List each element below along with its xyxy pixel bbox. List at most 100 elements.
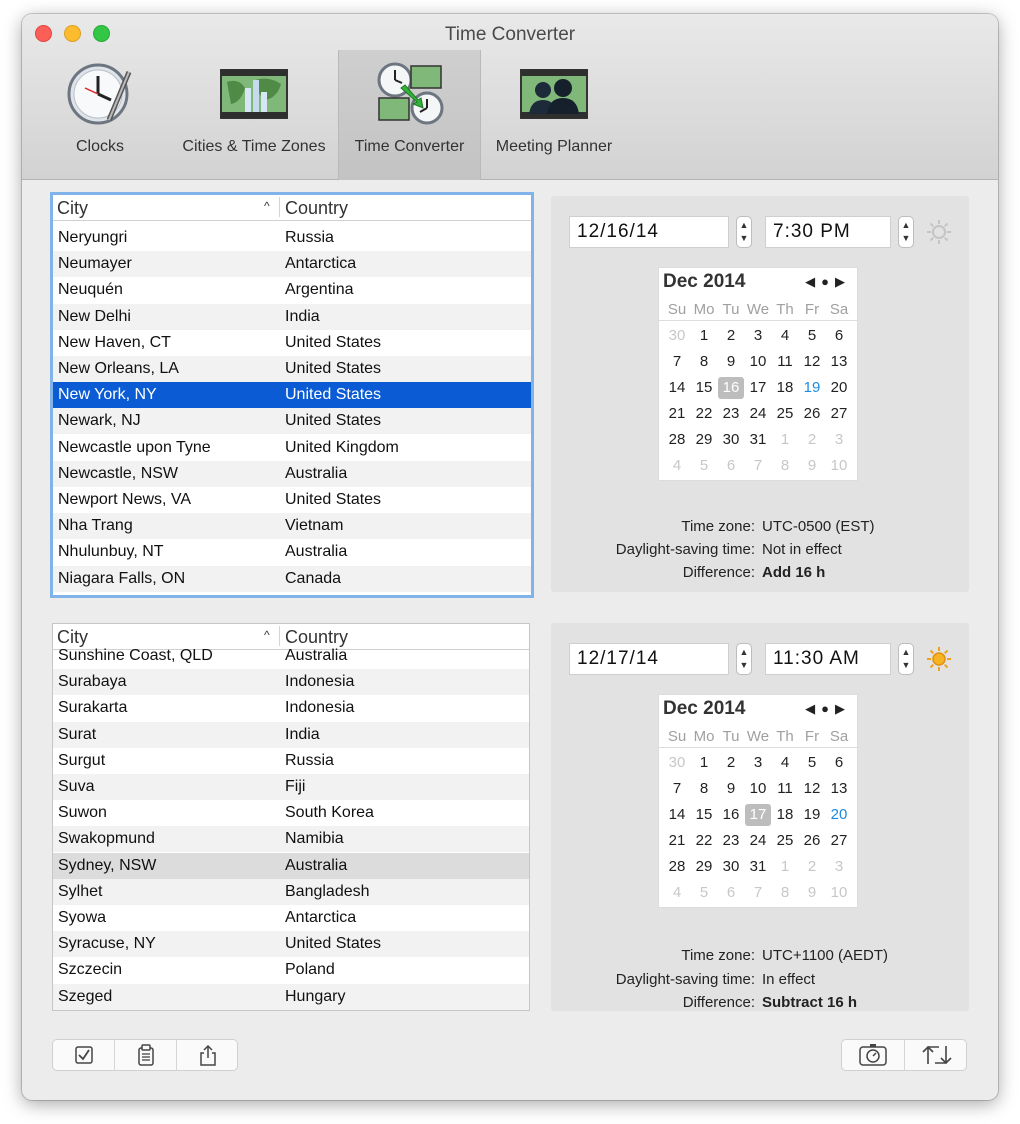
table-row[interactable]: Newcastle, NSW Australia <box>53 460 531 487</box>
table-row[interactable]: New York, NY United States <box>53 382 531 409</box>
table-row[interactable]: Newcastle upon Tyne United Kingdom <box>53 435 531 461</box>
calendar-day[interactable]: 9 <box>799 882 825 904</box>
calendar-day[interactable]: 6 <box>718 455 744 477</box>
tab-time-converter[interactable]: Time Converter <box>338 50 481 180</box>
calendar-day[interactable]: 22 <box>691 403 717 425</box>
table-row[interactable]: Szeged Hungary <box>53 983 529 1010</box>
calendar-day[interactable]: 9 <box>799 455 825 477</box>
calendar-day[interactable]: 25 <box>772 403 798 425</box>
calendar-day[interactable]: 7 <box>664 351 690 373</box>
calendar-day[interactable]: 8 <box>772 455 798 477</box>
select-button[interactable] <box>53 1040 115 1070</box>
tab-clocks[interactable]: Clocks <box>44 50 156 180</box>
calendar-day[interactable]: 31 <box>745 429 771 451</box>
table-row[interactable]: Surabaya Indonesia <box>53 669 529 696</box>
calendar-day[interactable]: 30 <box>664 752 690 774</box>
calendar-day[interactable]: 1 <box>772 856 798 878</box>
table-row[interactable]: Neryungri Russia <box>53 225 531 251</box>
calendar-day[interactable]: 5 <box>691 882 717 904</box>
table-row[interactable]: Suva Fiji <box>53 774 529 800</box>
calendar-day[interactable]: 10 <box>826 455 852 477</box>
calendar-day[interactable]: 18 <box>772 804 798 826</box>
bottom-city-table[interactable]: City ^ Country Sunshine Coast, QLD Austra… <box>52 623 530 1011</box>
calendar-day[interactable]: 20 <box>826 377 852 399</box>
calendar-day[interactable]: 3 <box>826 856 852 878</box>
calendar-day[interactable]: 26 <box>799 403 825 425</box>
share-button[interactable] <box>177 1040 239 1070</box>
calendar-day[interactable]: 6 <box>826 752 852 774</box>
time-field[interactable]: 7:30 PM <box>765 216 891 248</box>
calendar-day[interactable]: 29 <box>691 856 717 878</box>
calendar-day[interactable]: 27 <box>826 830 852 852</box>
calendar-day[interactable]: 12 <box>799 778 825 800</box>
calendar-day[interactable]: 13 <box>826 351 852 373</box>
calendar-day[interactable]: 15 <box>691 804 717 826</box>
calendar-day[interactable]: 6 <box>826 325 852 347</box>
now-button[interactable] <box>842 1040 905 1070</box>
calendar-day[interactable]: 12 <box>799 351 825 373</box>
table-row[interactable]: Newport News, VA United States <box>53 487 531 513</box>
calendar-day[interactable]: 11 <box>772 351 798 373</box>
date-stepper[interactable]: ▲ ▼ <box>736 216 752 248</box>
prev-month-icon[interactable]: ◀ <box>805 701 821 716</box>
calendar-day[interactable]: 5 <box>799 752 825 774</box>
calendar-day[interactable]: 19 <box>799 804 825 826</box>
calendar-day[interactable]: 30 <box>718 429 744 451</box>
today-dot-icon[interactable]: ● <box>821 701 835 716</box>
time-field[interactable]: 11:30 AM <box>765 643 891 675</box>
calendar-day[interactable]: 2 <box>799 856 825 878</box>
table-row[interactable]: Nha Trang Vietnam <box>53 513 531 540</box>
calendar-day[interactable]: 9 <box>718 351 744 373</box>
calendar-day[interactable]: 4 <box>772 752 798 774</box>
calendar-day[interactable]: 5 <box>691 455 717 477</box>
calendar-day[interactable]: 6 <box>718 882 744 904</box>
table-row[interactable]: Newark, NJ United States <box>53 408 531 435</box>
swap-button[interactable] <box>905 1040 968 1070</box>
date-stepper[interactable]: ▲ ▼ <box>736 643 752 675</box>
calendar-day[interactable]: 7 <box>745 455 771 477</box>
today-dot-icon[interactable]: ● <box>821 274 835 289</box>
calendar-day[interactable]: 11 <box>772 778 798 800</box>
calendar-day[interactable]: 21 <box>664 830 690 852</box>
calendar-day[interactable]: 16 <box>718 804 744 826</box>
table-row[interactable]: Neumayer Antarctica <box>53 251 531 278</box>
calendar-day[interactable]: 29 <box>691 429 717 451</box>
calendar-day[interactable]: 9 <box>718 778 744 800</box>
table-row[interactable]: Neuquén Argentina <box>53 277 531 303</box>
column-header-city[interactable]: City <box>57 198 88 219</box>
calendar[interactable]: Dec 2014 ◀●▶ Su Mo Tu We Th Fr Sa 30 1 2 3 4 5 6 7 8 9 1… <box>658 694 858 908</box>
date-field[interactable]: 12/16/14 <box>569 216 729 248</box>
table-row[interactable]: Surakarta Indonesia <box>53 695 529 721</box>
calendar-day[interactable]: 2 <box>718 325 744 347</box>
table-row[interactable]: Sydney, NSW Australia <box>53 852 529 879</box>
table-row[interactable]: Sylhet Bangladesh <box>53 878 529 905</box>
table-row[interactable]: Suwon South Korea <box>53 800 529 826</box>
calendar-day[interactable]: 22 <box>691 830 717 852</box>
calendar-day[interactable]: 24 <box>745 830 771 852</box>
table-row[interactable]: Syracuse, NY United States <box>53 931 529 958</box>
calendar-day[interactable]: 13 <box>826 778 852 800</box>
calendar-day[interactable]: 31 <box>745 856 771 878</box>
calendar-day[interactable]: 3 <box>826 429 852 451</box>
calendar-day[interactable]: 3 <box>745 752 771 774</box>
calendar-day[interactable]: 15 <box>691 377 717 399</box>
calendar-day[interactable]: 30 <box>664 325 690 347</box>
calendar-day[interactable]: 1 <box>772 429 798 451</box>
calendar-day[interactable]: 20 <box>826 804 852 826</box>
table-row[interactable]: Niagara Falls, ON Canada <box>53 565 531 592</box>
table-row[interactable]: Syowa Antarctica <box>53 905 529 931</box>
date-field[interactable]: 12/17/14 <box>569 643 729 675</box>
calendar-day[interactable]: 14 <box>664 804 690 826</box>
calendar-day[interactable]: 19 <box>799 377 825 399</box>
calendar-day[interactable]: 10 <box>745 351 771 373</box>
calendar-day[interactable]: 10 <box>826 882 852 904</box>
calendar-day[interactable]: 1 <box>691 325 717 347</box>
copy-button[interactable] <box>115 1040 177 1070</box>
next-month-icon[interactable]: ▶ <box>835 701 851 716</box>
calendar-day[interactable]: 4 <box>664 455 690 477</box>
calendar-day[interactable]: 1 <box>691 752 717 774</box>
calendar-day[interactable]: 16 <box>718 377 744 399</box>
prev-month-icon[interactable]: ◀ <box>805 274 821 289</box>
next-month-icon[interactable]: ▶ <box>835 274 851 289</box>
calendar-day[interactable]: 14 <box>664 377 690 399</box>
